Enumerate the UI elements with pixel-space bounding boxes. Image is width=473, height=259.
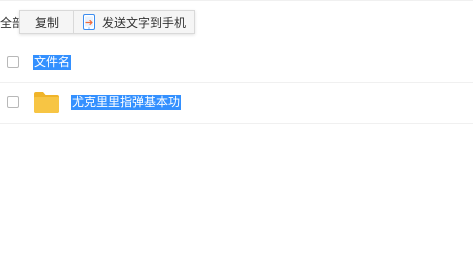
send-text-to-phone-button[interactable]: 发送文字到手机 — [74, 11, 194, 33]
folder-icon — [34, 92, 59, 113]
top-divider — [0, 0, 473, 1]
select-all-checkbox[interactable] — [7, 56, 19, 68]
send-text-to-phone-label: 发送文字到手机 — [102, 15, 187, 30]
row-checkbox[interactable] — [7, 96, 19, 108]
file-name-link[interactable]: 尤克里里指弹基本功 — [71, 95, 182, 110]
table-row[interactable]: 尤克里里指弹基本功 — [0, 82, 473, 124]
phone-transfer-icon — [83, 14, 95, 30]
copy-button-label: 复制 — [35, 15, 60, 30]
file-list-header: 文件名 — [0, 43, 473, 83]
column-header-filename[interactable]: 文件名 — [33, 55, 72, 70]
copy-button[interactable]: 复制 — [20, 11, 73, 33]
context-toolbar: 复制 发送文字到手机 — [19, 10, 196, 34]
